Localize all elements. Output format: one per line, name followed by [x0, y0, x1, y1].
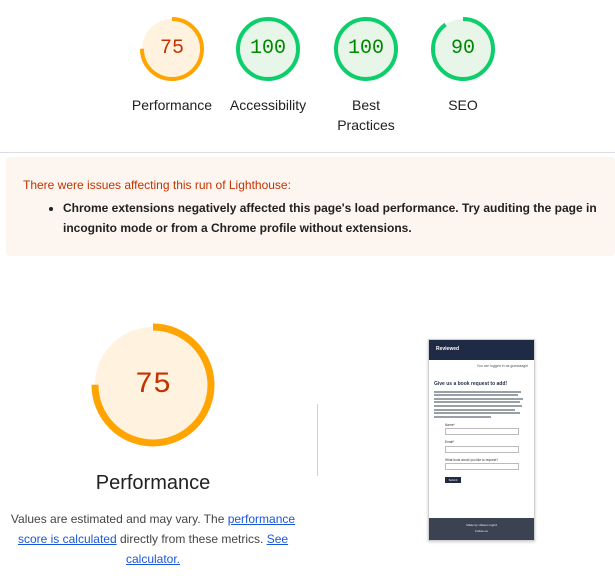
thumb-made-by: Made by Ukiwen Ingrid	[466, 523, 497, 527]
gauge-seo[interactable]: 90 SEO	[408, 16, 518, 115]
thumb-logo: Reviewed	[436, 346, 460, 352]
gauge-seo-label: SEO	[448, 97, 478, 113]
performance-gauge-score: 75	[134, 368, 171, 402]
performance-title: Performance	[95, 472, 211, 494]
gauge-seo-score: 90	[450, 37, 475, 60]
gauge-best-practices-label: Best Practices	[337, 97, 395, 133]
thumb-logged-in: You are logged in as guestaagel	[476, 364, 528, 368]
gauge-accessibility[interactable]: 100 Accessibility	[213, 16, 323, 115]
thumb-field-label: Email*	[445, 440, 455, 445]
thumb-field	[445, 428, 519, 436]
thumb-header: Reviewed	[429, 340, 534, 360]
thumb-text-line	[434, 397, 524, 400]
thumb-submit-button: Submit	[445, 477, 461, 484]
final-screenshot-thumbnail[interactable]: Reviewed You are logged in as guestaagel…	[428, 339, 535, 541]
vertical-divider	[317, 404, 318, 476]
thumb-field	[445, 445, 519, 453]
thumb-field-label: Name*	[445, 422, 455, 427]
thumb-text-line	[434, 394, 518, 397]
performance-description: Values are estimated and may vary. The p…	[8, 509, 298, 569]
thumb-field	[445, 463, 519, 471]
thumb-text-line	[434, 415, 491, 418]
gauge-accessibility-score: 100	[249, 37, 286, 60]
performance-gauge: 75	[90, 322, 216, 448]
thumb-text-line	[434, 401, 520, 404]
thumb-footer: Made by Ukiwen Ingrid Follow us	[429, 518, 534, 540]
gauge-best-practices[interactable]: 100 Best Practices	[311, 16, 421, 135]
desc-prefix: Values are estimated and may vary. The	[10, 512, 228, 526]
gauge-performance-score: 75	[159, 37, 184, 60]
gauge-best-practices-score: 100	[347, 37, 384, 60]
thumb-text-line	[434, 390, 522, 393]
desc-middle: directly from these metrics.	[116, 532, 267, 546]
run-warnings-box: There were issues affecting this run of …	[6, 157, 615, 256]
run-warnings-list: Chrome extensions negatively affected th…	[23, 198, 611, 238]
thumb-text-line	[434, 404, 523, 407]
gauge-accessibility-label: Accessibility	[229, 97, 307, 113]
gauge-performance[interactable]: 75 Performance	[117, 16, 227, 115]
category-gauges: 75 Performance 100 Accessibility 100 Bes…	[0, 0, 615, 152]
thumb-text-line	[434, 412, 521, 415]
thumb-field-label: What book would you like to request?	[445, 457, 498, 462]
gauge-performance-label: Performance	[131, 97, 213, 113]
thumb-paragraph	[429, 387, 534, 418]
run-warnings-title: There were issues affecting this run of …	[23, 178, 291, 192]
section-divider	[0, 152, 615, 153]
thumb-text-line	[434, 408, 515, 411]
thumb-heading: Give us a book request to add!	[434, 381, 508, 387]
thumb-follow: Follow us	[475, 529, 488, 533]
run-warning-item: Chrome extensions negatively affected th…	[63, 198, 611, 238]
